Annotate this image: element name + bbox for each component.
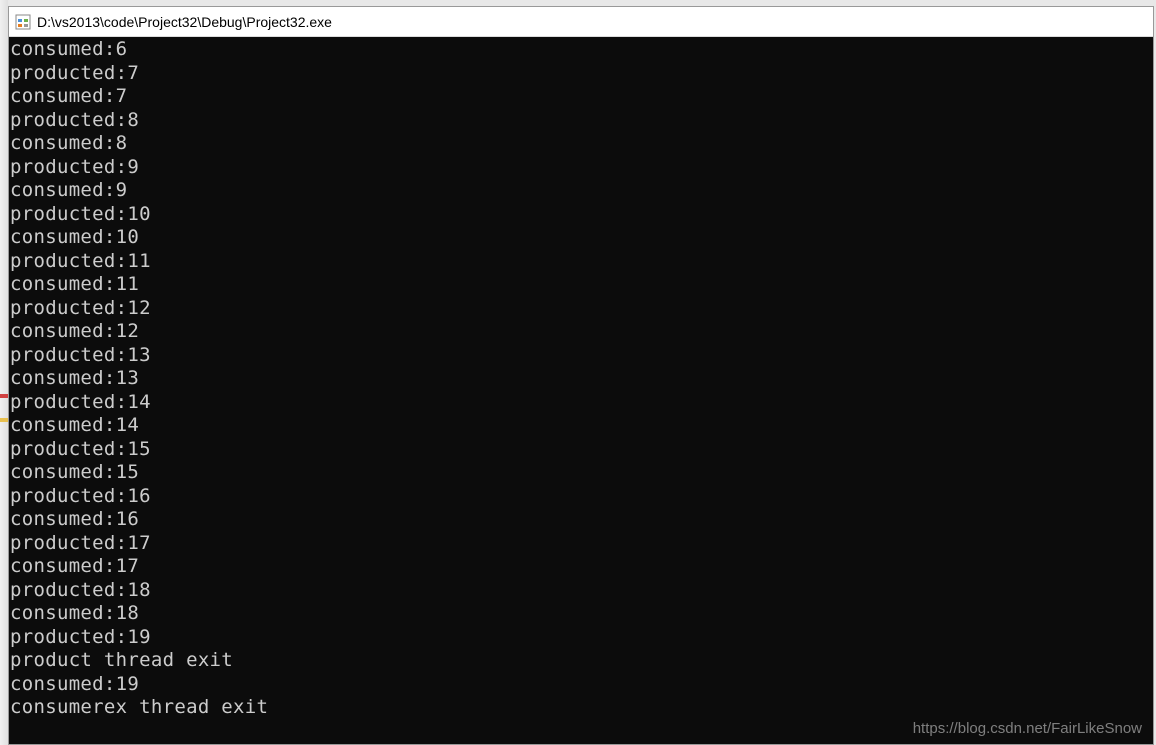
gutter-marker-red	[0, 394, 8, 398]
editor-gutter	[0, 0, 8, 745]
console-line: producted:19	[9, 626, 1153, 650]
console-line: producted:10	[9, 203, 1153, 227]
console-line: producted:17	[9, 532, 1153, 556]
console-line: producted:11	[9, 250, 1153, 274]
console-line: consumed:12	[9, 320, 1153, 344]
console-line: producted:18	[9, 579, 1153, 603]
gutter-marker-yellow	[0, 418, 8, 422]
console-line: product thread exit	[9, 649, 1153, 673]
console-line: consumed:7	[9, 85, 1153, 109]
console-line: producted:8	[9, 109, 1153, 133]
console-line: consumed:9	[9, 179, 1153, 203]
console-line: producted:13	[9, 344, 1153, 368]
console-line: consumed:15	[9, 461, 1153, 485]
window-title: D:\vs2013\code\Project32\Debug\Project32…	[37, 14, 332, 30]
console-line: consumed:14	[9, 414, 1153, 438]
console-line: consumed:16	[9, 508, 1153, 532]
console-line: producted:9	[9, 156, 1153, 180]
console-line: producted:16	[9, 485, 1153, 509]
console-line: consumed:11	[9, 273, 1153, 297]
console-output[interactable]: consumed:6producted:7consumed:7producted…	[9, 37, 1153, 744]
console-line: consumed:17	[9, 555, 1153, 579]
console-line: producted:14	[9, 391, 1153, 415]
titlebar[interactable]: D:\vs2013\code\Project32\Debug\Project32…	[9, 7, 1153, 37]
console-line: consumed:19	[9, 673, 1153, 697]
console-line: producted:7	[9, 62, 1153, 86]
app-icon	[15, 14, 31, 30]
console-line: consumed:8	[9, 132, 1153, 156]
console-window: D:\vs2013\code\Project32\Debug\Project32…	[8, 6, 1154, 745]
console-line: consumed:18	[9, 602, 1153, 626]
console-line: producted:12	[9, 297, 1153, 321]
console-line: consumed:6	[9, 38, 1153, 62]
console-line: consumed:13	[9, 367, 1153, 391]
console-line: consumerex thread exit	[9, 696, 1153, 720]
console-line: producted:15	[9, 438, 1153, 462]
console-line: consumed:10	[9, 226, 1153, 250]
